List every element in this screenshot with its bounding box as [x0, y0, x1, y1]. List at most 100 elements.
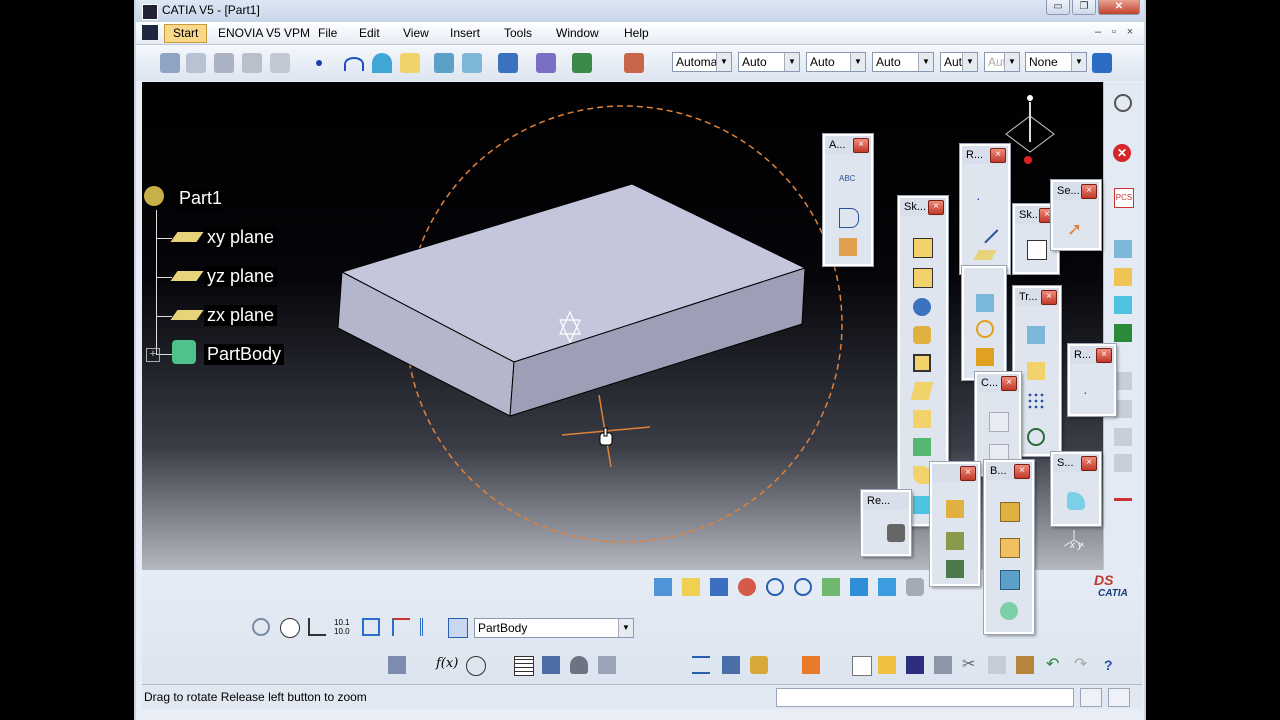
plane-icon[interactable] — [973, 250, 997, 260]
analysis-icon[interactable] — [498, 53, 518, 73]
gear-icon[interactable] — [1114, 94, 1132, 112]
panel-close-icon[interactable]: × — [1081, 456, 1097, 471]
constraint-icon[interactable] — [989, 412, 1009, 432]
paste-icon[interactable] — [1016, 656, 1034, 674]
mdi-restore-button[interactable]: ▫ — [1106, 25, 1122, 39]
slot-icon[interactable] — [913, 410, 931, 428]
tree-structure-icon[interactable] — [542, 656, 560, 674]
command-input[interactable] — [776, 688, 1074, 707]
save-icon[interactable] — [906, 656, 924, 674]
pcs-icon[interactable]: PCS — [1114, 188, 1134, 208]
copy-icon[interactable] — [988, 656, 1006, 674]
material-icon[interactable] — [624, 53, 644, 73]
rib-icon[interactable] — [910, 382, 934, 400]
sketcher-icon[interactable] — [1027, 240, 1047, 260]
tree-node-partbody[interactable]: PartBody — [204, 344, 285, 365]
zoom-in-icon[interactable] — [766, 578, 784, 596]
knowledge-icon[interactable] — [388, 656, 406, 674]
point-icon[interactable]: · — [976, 190, 994, 208]
panel-close-icon[interactable]: × — [853, 138, 869, 153]
spline-icon[interactable] — [344, 57, 364, 71]
line-thickness-combo[interactable]: Auto ▼ — [806, 52, 866, 72]
rendering-style-combo[interactable]: None ▼ — [1025, 52, 1087, 72]
panel-close-icon[interactable]: × — [1014, 464, 1030, 479]
formula-icon[interactable]: f(x) — [436, 656, 458, 674]
shell-icon[interactable] — [976, 294, 994, 312]
menu-edit[interactable]: Edit — [359, 26, 380, 40]
mirror-icon[interactable] — [1027, 362, 1045, 380]
camera-icon[interactable] — [887, 524, 905, 542]
comment-icon[interactable] — [466, 656, 486, 676]
tree-node-zx-plane[interactable]: zx plane — [204, 305, 278, 326]
menu-help[interactable]: Help — [624, 26, 649, 40]
help-icon[interactable]: ? — [1104, 656, 1122, 674]
pocket-icon[interactable] — [913, 268, 933, 288]
pattern-icon[interactable] — [1027, 392, 1045, 410]
point-icon[interactable]: · — [1083, 384, 1101, 402]
hole-icon[interactable] — [913, 354, 931, 372]
body-icon[interactable] — [434, 53, 454, 73]
partbody-icon[interactable] — [172, 340, 196, 364]
menu-file[interactable]: File — [318, 26, 337, 40]
point-icon[interactable] — [316, 60, 322, 66]
panel-close-icon[interactable]: × — [1001, 376, 1017, 391]
panel-close-icon[interactable]: × — [1041, 290, 1057, 305]
stop-icon[interactable]: ✕ — [1113, 144, 1131, 162]
table-icon[interactable] — [514, 656, 534, 676]
minimize-button[interactable]: ▭ — [1046, 0, 1070, 15]
panel-close-icon[interactable]: × — [928, 200, 944, 215]
transparency-combo[interactable]: Auto ▼ — [738, 52, 800, 72]
surface-icon[interactable] — [1067, 492, 1085, 510]
tree-node-yz-plane[interactable]: yz plane — [204, 266, 278, 287]
update-icon[interactable] — [252, 618, 270, 636]
layer-combo[interactable]: Aut ▼ — [984, 52, 1020, 72]
lock-icon[interactable] — [570, 656, 588, 674]
remove-loft-icon[interactable] — [913, 496, 931, 514]
color-combo[interactable]: Automa ▼ — [672, 52, 732, 72]
render-icon[interactable] — [906, 578, 924, 596]
groove-icon[interactable] — [913, 326, 931, 344]
fit-all-icon[interactable] — [682, 578, 700, 596]
text-icon[interactable]: ABC — [839, 174, 857, 192]
tools-icon[interactable] — [242, 53, 262, 73]
paint-icon[interactable] — [1092, 53, 1112, 73]
undo-icon[interactable]: ↶ — [1046, 656, 1064, 674]
open-icon[interactable] — [878, 656, 896, 674]
pad-icon[interactable] — [913, 238, 933, 258]
datum-icon[interactable] — [1114, 240, 1132, 258]
shaft-icon[interactable] — [913, 298, 931, 316]
thickness-icon[interactable] — [976, 348, 994, 366]
maximize-button[interactable]: ❐ — [1072, 0, 1096, 15]
thread-icon[interactable] — [976, 320, 994, 338]
translate-icon[interactable] — [1027, 326, 1045, 344]
boolean-op-icon[interactable] — [1000, 602, 1018, 620]
remove-lump-icon[interactable] — [1000, 570, 1020, 590]
flag-note-icon[interactable] — [839, 208, 859, 228]
list-icon[interactable] — [420, 618, 438, 636]
hand-tool-icon[interactable] — [280, 618, 300, 638]
panel-close-icon[interactable]: × — [1081, 184, 1097, 199]
scaling-icon[interactable] — [1027, 428, 1045, 446]
measure-icon[interactable] — [270, 53, 290, 73]
catalog-icon[interactable] — [186, 53, 206, 73]
select-arrow-icon[interactable]: ➚ — [1067, 220, 1085, 238]
axis-system-icon[interactable] — [572, 53, 592, 73]
status-button-2[interactable] — [1108, 688, 1130, 707]
panel-close-icon[interactable]: × — [1096, 348, 1112, 363]
loft-icon[interactable] — [913, 466, 931, 484]
partbody-selector-icon[interactable] — [448, 618, 468, 638]
mdi-close-button[interactable]: × — [1122, 25, 1138, 39]
menu-insert[interactable]: Insert — [450, 26, 480, 40]
constraint-icon[interactable] — [362, 618, 380, 636]
measure-item-icon[interactable] — [722, 656, 740, 674]
menu-window[interactable]: Window — [556, 26, 599, 40]
line-type-combo[interactable]: Auto ▼ — [872, 52, 934, 72]
network-icon[interactable] — [1114, 498, 1132, 519]
axis-icon[interactable] — [308, 618, 326, 636]
arc-surface-icon[interactable] — [372, 53, 392, 73]
mass-icon[interactable] — [750, 656, 768, 674]
apply-material-icon[interactable] — [802, 656, 820, 674]
solid-icon[interactable] — [462, 53, 482, 73]
part-icon[interactable] — [144, 186, 164, 206]
expand-icon[interactable]: + — [146, 348, 160, 362]
